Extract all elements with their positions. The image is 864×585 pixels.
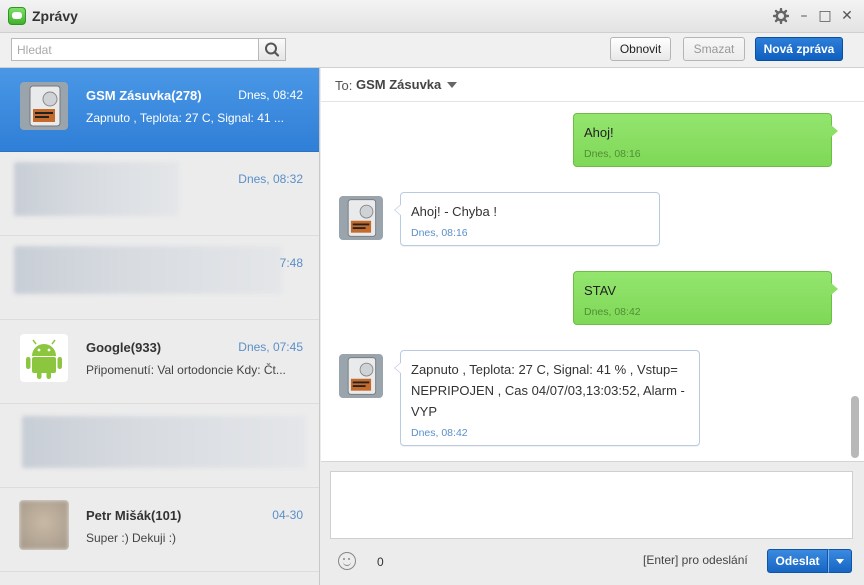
conversation-item[interactable]: GSM Zásuvka(278) Dnes, 08:42 Zapnuto , T… — [0, 68, 319, 152]
conversation-item[interactable]: Dnes, 08:32 — [0, 152, 319, 236]
message-time: Dnes, 08:16 — [584, 148, 641, 160]
title-bar: Zprávy – □ ✕ — [0, 0, 864, 33]
blurred-content — [22, 416, 306, 468]
conversation-preview: Zapnuto , Teplota: 27 C, Signal: 41 ... — [86, 111, 284, 125]
close-icon[interactable]: ✕ — [838, 7, 856, 25]
message-time: Dnes, 08:42 — [411, 427, 468, 439]
message-text: Ahoj! — [584, 125, 614, 140]
conversation-item[interactable]: 7:48 — [0, 236, 319, 320]
device-avatar — [339, 354, 383, 398]
maximize-icon[interactable]: □ — [816, 7, 834, 25]
outgoing-message: Ahoj! Dnes, 08:16 — [573, 113, 838, 167]
message-input[interactable] — [330, 471, 853, 539]
conversation-time: Dnes, 08:42 — [238, 88, 303, 102]
search-input[interactable] — [11, 38, 259, 61]
conversation-time: 04-30 — [272, 508, 303, 522]
recipient-name[interactable]: GSM Zásuvka — [356, 77, 441, 92]
message-text: STAV — [584, 283, 617, 298]
compose-area: 0 [Enter] pro odeslání Odeslat — [321, 461, 864, 585]
blurred-content — [14, 246, 282, 294]
window-title: Zprávy — [32, 8, 78, 24]
conversation-item[interactable] — [0, 404, 319, 488]
send-hint: [Enter] pro odeslání — [643, 553, 748, 567]
conversation-preview: Připomenutí: Val ortodoncie Kdy: Čt... — [86, 363, 286, 377]
incoming-message: Ahoj! - Chyba ! Dnes, 08:16 — [394, 192, 660, 246]
message-time: Dnes, 08:16 — [411, 227, 468, 239]
message-text-line: NEPRIPOJEN , Cas 04/07/03,13:03:52, Alar… — [411, 383, 685, 398]
character-count: 0 — [377, 555, 384, 569]
conversation-time: Dnes, 07:45 — [238, 340, 303, 354]
conversation-time: 7:48 — [279, 256, 303, 270]
conversation-name: Google(933) — [86, 340, 162, 355]
conversation-preview: Super :) Dekuji :) — [86, 531, 177, 545]
refresh-button[interactable]: Obnovit — [610, 37, 671, 61]
android-icon — [20, 334, 68, 382]
device-avatar — [20, 82, 68, 130]
new-message-button[interactable]: Nová zpráva — [755, 37, 843, 61]
message-time: Dnes, 08:42 — [584, 306, 641, 318]
messages-app-icon — [8, 7, 26, 25]
conversation-time: Dnes, 08:32 — [238, 172, 303, 186]
conversation-item[interactable]: Petr Mišák(101) 04-30 Super :) Dekuji :) — [0, 488, 319, 572]
message-text: Ahoj! - Chyba ! — [411, 204, 497, 219]
recipient-label: To: — [335, 78, 353, 93]
emoji-icon[interactable] — [338, 552, 356, 570]
device-avatar — [339, 196, 383, 240]
chat-scrollbar[interactable] — [851, 396, 859, 458]
minimize-icon[interactable]: – — [795, 7, 813, 25]
chat-thread: To: GSM Zásuvka Ahoj! Dnes, 08:16 Ahoj! … — [321, 68, 864, 461]
conversation-item[interactable]: Google(933) Dnes, 07:45 Připomenutí: Val… — [0, 320, 319, 404]
search-icon — [265, 42, 280, 57]
chevron-down-icon[interactable] — [447, 82, 457, 88]
toolbar: Obnovit Smazat Nová zpráva — [0, 33, 864, 68]
avatar — [19, 500, 69, 550]
conversation-list: GSM Zásuvka(278) Dnes, 08:42 Zapnuto , T… — [0, 68, 320, 585]
gear-icon[interactable] — [772, 7, 790, 25]
recipient-bar: To: GSM Zásuvka — [321, 68, 864, 102]
send-options-dropdown[interactable] — [828, 549, 852, 573]
send-button[interactable]: Odeslat — [767, 549, 828, 573]
blurred-content — [14, 162, 179, 216]
outgoing-message: STAV Dnes, 08:42 — [573, 271, 838, 325]
conversation-name: Petr Mišák(101) — [86, 508, 182, 523]
message-text-line: VYP — [411, 404, 438, 419]
message-text-line: Zapnuto , Teplota: 27 C, Signal: 41 % , … — [411, 362, 678, 377]
incoming-message: Zapnuto , Teplota: 27 C, Signal: 41 % , … — [394, 350, 700, 446]
search-button[interactable] — [258, 38, 286, 61]
delete-button[interactable]: Smazat — [683, 37, 745, 61]
conversation-name: GSM Zásuvka(278) — [86, 88, 202, 103]
